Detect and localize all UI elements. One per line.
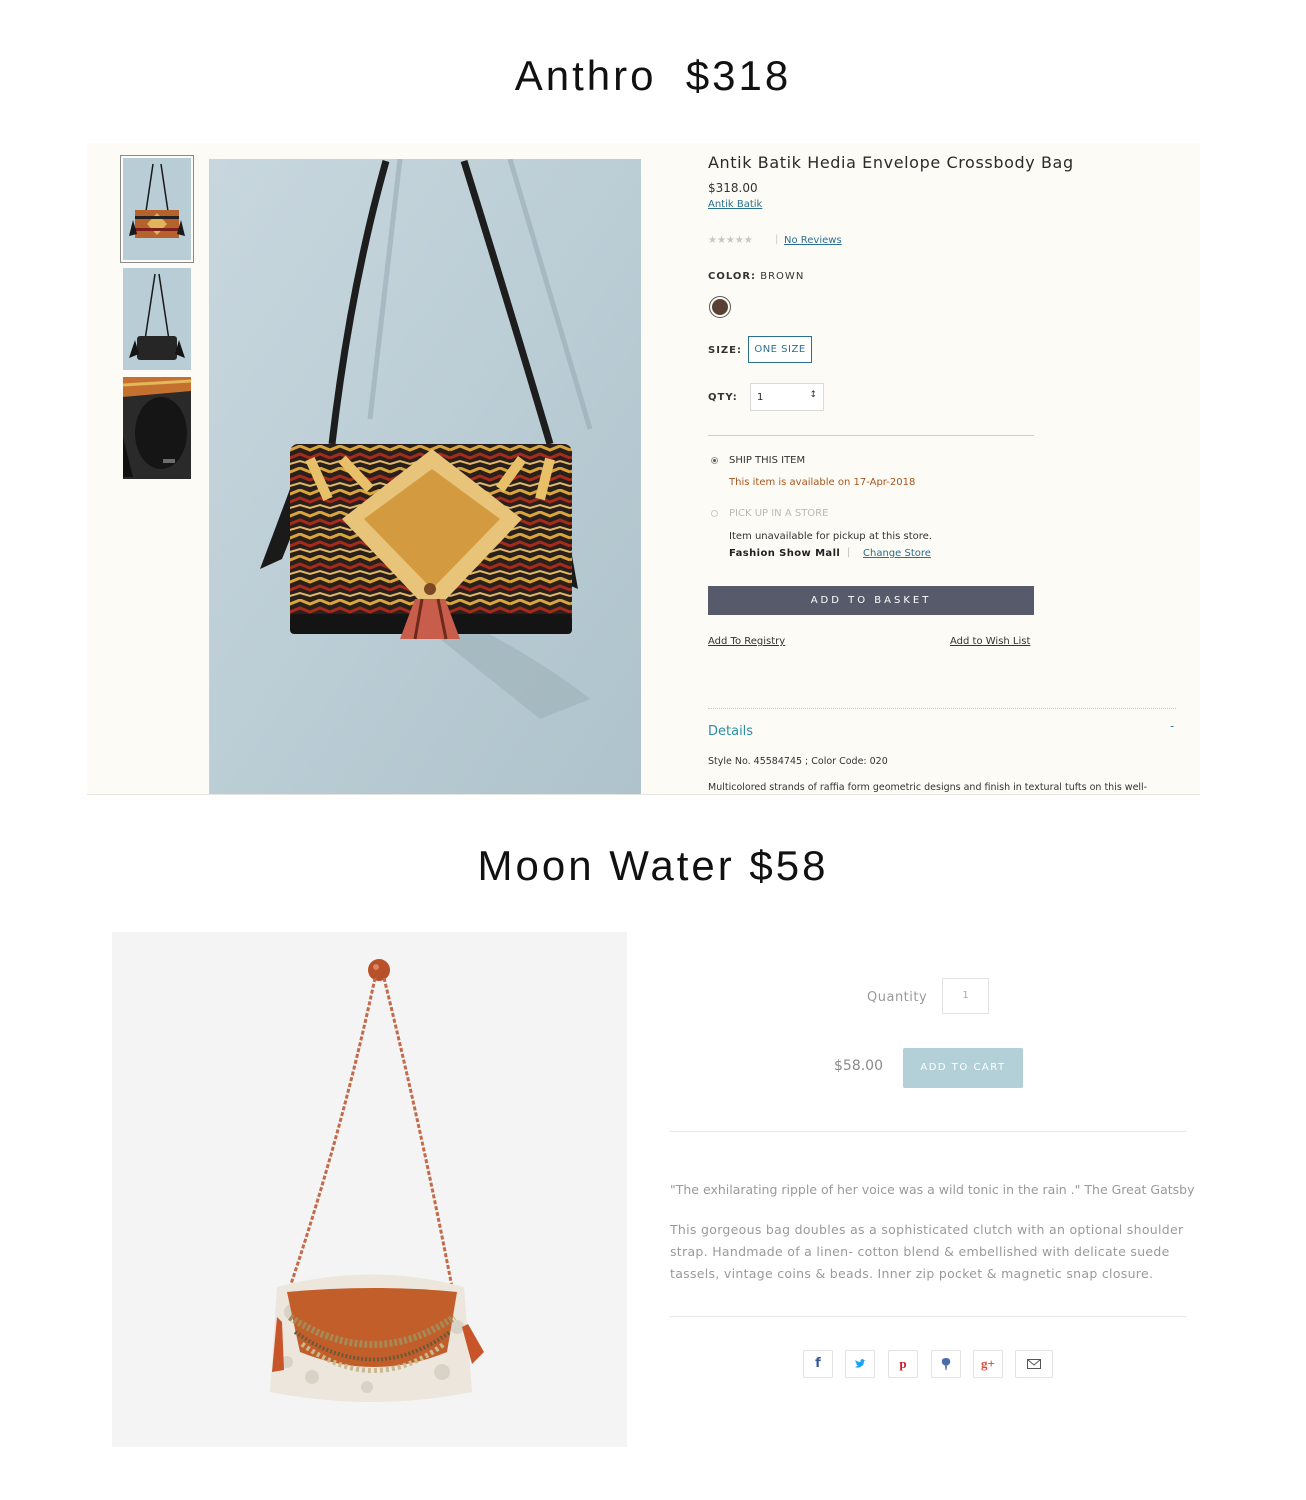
google-plus-icon: g+ (981, 1356, 995, 1371)
anthro-heading: Anthro $318 (514, 52, 792, 99)
color-label-text: COLOR: (708, 271, 757, 282)
description-line: This gorgeous bag doubles as a sophistic… (670, 1222, 1184, 1237)
facebook-share-button[interactable]: f (803, 1350, 833, 1378)
store-name: Fashion Show Mall (729, 548, 841, 559)
email-icon (1027, 1359, 1041, 1369)
product-title: Antik Batik Hedia Envelope Crossbody Bag (708, 153, 1074, 172)
ship-radio[interactable] (711, 457, 718, 464)
quantity-value: 1 (757, 392, 764, 403)
divider (708, 435, 1034, 436)
facebook-icon: f (815, 1356, 821, 1371)
ship-this-item-label: SHIP THIS ITEM (729, 455, 806, 466)
pickup-status: Item unavailable for pickup at this stor… (729, 531, 932, 542)
change-store-link[interactable]: Change Store (863, 548, 931, 559)
thumbnail-back[interactable] (123, 268, 191, 370)
rating-separator: | (775, 234, 779, 245)
pinterest-share-button[interactable]: p (888, 1350, 918, 1378)
add-to-cart-button[interactable]: ADD TO CART (903, 1048, 1023, 1088)
quantity-input[interactable]: 1 (942, 978, 989, 1014)
moonwater-product-photo (112, 932, 627, 1447)
pinterest-icon: p (899, 1356, 907, 1371)
thumbnail-interior[interactable] (123, 377, 191, 479)
thumbnail-front[interactable] (120, 155, 194, 263)
main-product-photo (209, 159, 641, 794)
twitter-share-button[interactable] (845, 1350, 875, 1378)
product-quote: "The exhilarating ripple of her voice wa… (670, 1182, 1195, 1197)
select-arrows-icon: ↕ (809, 390, 817, 400)
brand-link[interactable]: Antik Batik (708, 199, 762, 210)
fancy-icon (941, 1358, 951, 1370)
pickup-label: PICK UP IN A STORE (729, 508, 829, 519)
twitter-icon (855, 1359, 866, 1368)
google-plus-share-button[interactable]: g+ (973, 1350, 1003, 1378)
anthro-product-page: Antik Batik Hedia Envelope Crossbody Bag… (87, 143, 1200, 795)
color-label: COLOR: BROWN (708, 271, 804, 282)
quantity-select[interactable]: 1 ↕ (750, 383, 824, 411)
moonwater-price: $58.00 (834, 1058, 883, 1074)
divider-bottom (670, 1316, 1186, 1317)
details-collapse-toggle[interactable]: - (1170, 719, 1174, 733)
store-separator: | (847, 547, 851, 558)
moonwater-heading: Moon Water $58 (477, 842, 829, 889)
add-to-wishlist-link[interactable]: Add to Wish List (950, 636, 1030, 647)
product-price: $318.00 (708, 181, 758, 195)
pickup-radio[interactable] (711, 510, 718, 517)
email-share-button[interactable] (1015, 1350, 1053, 1378)
color-swatch-brown[interactable] (709, 296, 731, 318)
details-divider (708, 708, 1176, 709)
qty-label: QTY: (708, 392, 738, 403)
rating-stars: ★★★★★ (708, 235, 753, 246)
quantity-label: Quantity (867, 990, 928, 1005)
size-label: SIZE: (708, 345, 743, 356)
color-value: BROWN (760, 271, 805, 282)
details-heading[interactable]: Details (708, 724, 753, 739)
add-to-registry-link[interactable]: Add To Registry (708, 636, 785, 647)
style-number: Style No. 45584745 ; Color Code: 020 (708, 756, 888, 767)
size-option-one-size[interactable]: ONE SIZE (748, 336, 812, 363)
description-line: tassels, vintage coins & beads. Inner zi… (670, 1266, 1154, 1281)
ship-availability: This item is available on 17-Apr-2018 (729, 477, 916, 488)
divider-top (670, 1131, 1186, 1132)
description-line: strap. Handmade of a linen- cotton blend… (670, 1244, 1170, 1259)
add-to-basket-button[interactable]: ADD TO BASKET (708, 586, 1034, 615)
reviews-link[interactable]: No Reviews (784, 235, 842, 246)
product-description: Multicolored strands of raffia form geom… (708, 782, 1148, 793)
fancy-share-button[interactable] (931, 1350, 961, 1378)
